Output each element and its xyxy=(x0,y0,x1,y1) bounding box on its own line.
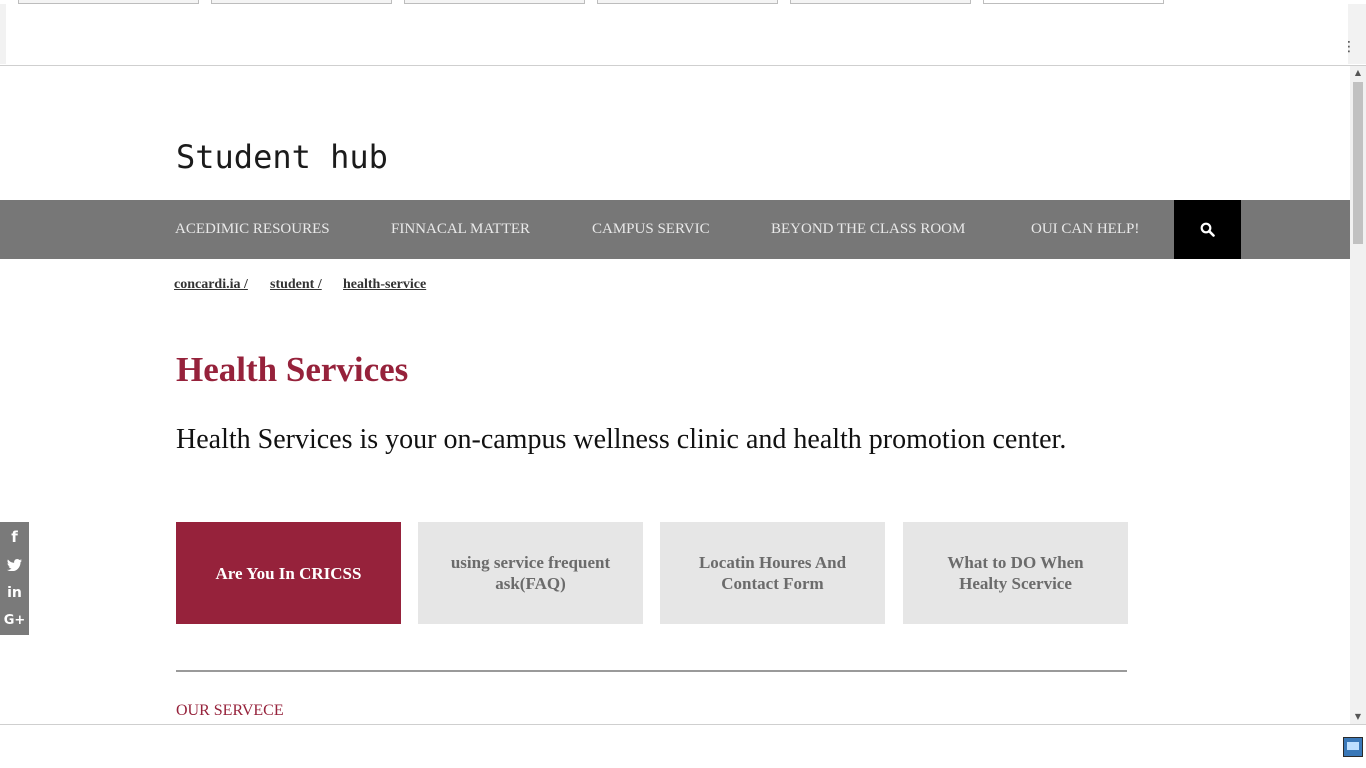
nav-item-academic-resources[interactable]: ACEDIMIC RESOURES xyxy=(175,200,330,259)
card-label: What to DO When Healty Scervice xyxy=(947,553,1084,593)
google-plus-icon[interactable]: G+ xyxy=(0,607,29,635)
card-faq[interactable]: using service frequent ask(FAQ) xyxy=(418,522,643,624)
scroll-down-icon[interactable]: ▼ xyxy=(1350,710,1366,724)
browser-toolbar: ⋮ xyxy=(0,0,1366,66)
card-crisis[interactable]: Are You In CRICSS xyxy=(176,522,401,624)
browser-tab[interactable] xyxy=(18,0,199,4)
nav-item-campus-services[interactable]: CAMPUS SERVIC xyxy=(592,200,710,259)
facebook-icon[interactable]: f xyxy=(0,523,29,551)
monitor-icon[interactable] xyxy=(1343,737,1363,757)
main-nav: ACEDIMIC RESOURES FINNACAL MATTER CAMPUS… xyxy=(0,200,1350,259)
chrome-edge xyxy=(0,4,6,64)
vertical-scrollbar[interactable]: ▲ ▼ xyxy=(1350,66,1366,724)
nav-item-beyond-the-classroom[interactable]: BEYOND THE CLASS ROOM xyxy=(771,200,965,259)
section-divider xyxy=(176,670,1127,672)
page-title: Health Services xyxy=(176,350,409,389)
browser-tab[interactable] xyxy=(404,0,585,4)
bottom-bar xyxy=(0,724,1366,768)
linkedin-icon[interactable]: in xyxy=(0,579,29,607)
card-what-to-do[interactable]: What to DO When Healty Scervice xyxy=(903,522,1128,624)
browser-menu-icon[interactable]: ⋮ xyxy=(1342,38,1356,56)
page-viewport: Student hub ACEDIMIC RESOURES FINNACAL M… xyxy=(0,66,1350,724)
browser-tab[interactable] xyxy=(790,0,971,4)
card-label: Locatin Houres And Contact Form xyxy=(698,553,847,593)
scroll-thumb[interactable] xyxy=(1353,82,1363,244)
search-button[interactable] xyxy=(1174,200,1241,259)
social-share-bar: f in G+ xyxy=(0,522,29,635)
nav-item-we-can-help[interactable]: OUI CAN HELP! xyxy=(1031,200,1139,259)
browser-tab[interactable] xyxy=(597,0,778,4)
search-icon xyxy=(1200,222,1215,237)
breadcrumb-item[interactable]: concardi.ia / xyxy=(174,277,248,293)
card-label: using service frequent ask(FAQ) xyxy=(450,553,611,593)
card-location-contact[interactable]: Locatin Houres And Contact Form xyxy=(660,522,885,624)
breadcrumb-item[interactable]: health-service xyxy=(343,277,426,293)
browser-tab[interactable] xyxy=(211,0,392,4)
section-heading: OUR SERVECE xyxy=(176,702,284,719)
intro-text: Health Services is your on-campus wellne… xyxy=(176,424,1067,455)
site-title[interactable]: Student hub xyxy=(176,138,388,176)
nav-item-financial-matter[interactable]: FINNACAL MATTER xyxy=(391,200,530,259)
twitter-icon[interactable] xyxy=(0,551,29,579)
card-label: Are You In CRICSS xyxy=(215,563,362,583)
browser-tab-active[interactable] xyxy=(983,0,1164,4)
breadcrumb-item[interactable]: student / xyxy=(270,277,322,293)
scroll-up-icon[interactable]: ▲ xyxy=(1350,66,1366,80)
